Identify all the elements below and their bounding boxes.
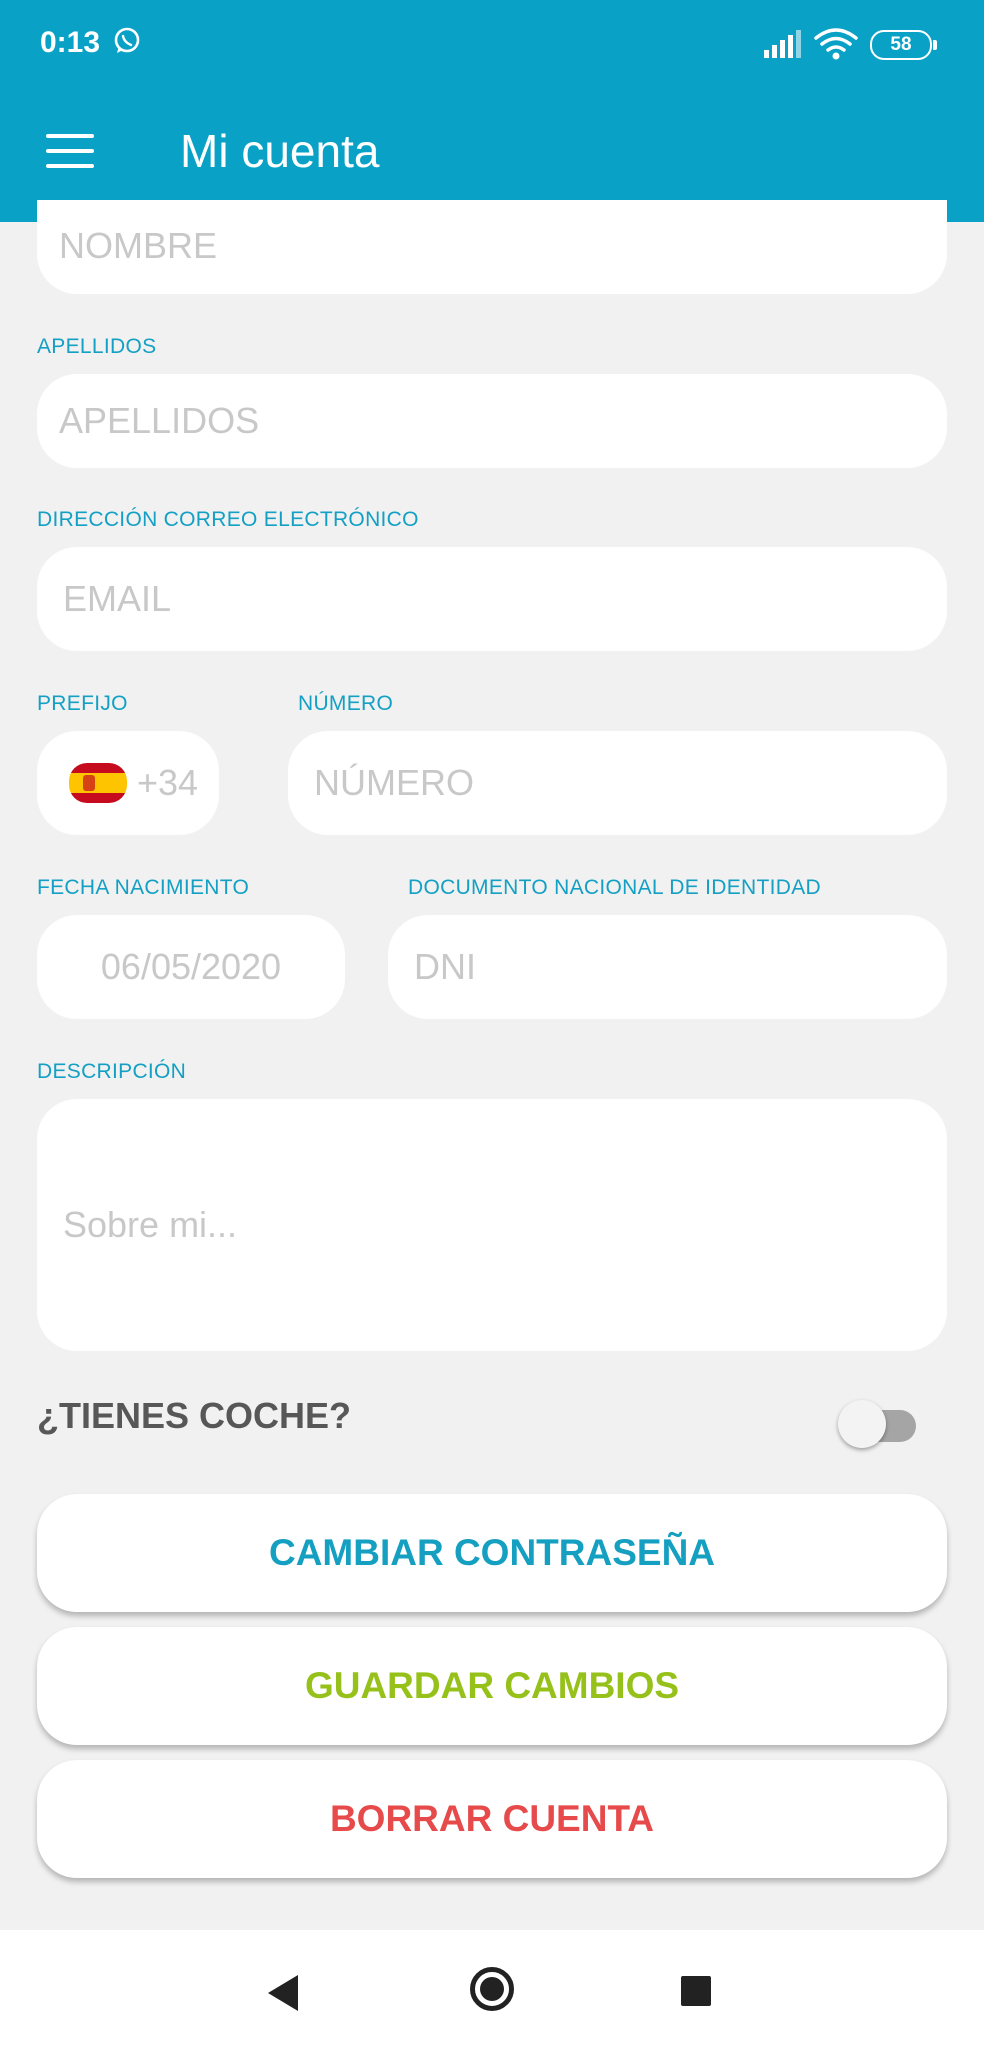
prefix-value: +34 [137,762,199,803]
dni-input[interactable]: DNI [388,915,947,1019]
battery-level: 58 [890,34,912,55]
descripcion-placeholder: Sobre mi... [63,1204,238,1245]
back-icon[interactable] [268,1975,298,2011]
change-password-label: CAMBIAR CONTRASEÑA [268,1532,716,1573]
birthdate-input[interactable]: 06/05/2020 [37,915,345,1019]
prefix-selector[interactable]: +34 [37,731,219,835]
prefijo-label: PREFIJO [37,692,128,715]
dni-placeholder: DNI [414,946,476,987]
recents-icon[interactable] [681,1976,711,2006]
menu-button[interactable] [46,134,94,170]
apellidos-label: APELLIDOS [37,335,157,358]
nombre-placeholder: NOMBRE [59,225,218,266]
fecha-label: FECHA NACIMIENTO [37,876,250,899]
email-placeholder: EMAIL [63,578,172,619]
system-nav-bar [0,1930,984,2048]
delete-account-button[interactable]: BORRAR CUENTA [37,1760,947,1878]
status-time: 0:13 [40,26,101,59]
coche-toggle[interactable] [838,1400,920,1448]
birthdate-value: 06/05/2020 [100,946,282,987]
delete-account-label: BORRAR CUENTA [329,1798,655,1839]
apellidos-placeholder: APELLIDOS [59,400,260,441]
email-input[interactable]: EMAIL [37,547,947,651]
save-changes-label: GUARDAR CAMBIOS [304,1665,680,1706]
coche-label: ¿TIENES COCHE? [37,1395,352,1436]
numero-placeholder: NÚMERO [314,762,474,803]
nombre-input[interactable]: NOMBRE [37,200,947,294]
battery-indicator: 58 [870,30,937,60]
wifi-icon [814,28,858,60]
descripcion-textarea[interactable]: Sobre mi... [37,1099,947,1351]
home-icon[interactable] [470,1967,514,2011]
apellidos-input[interactable]: APELLIDOS [37,374,947,468]
descripcion-label: DESCRIPCIÓN [37,1060,187,1083]
dni-label: DOCUMENTO NACIONAL DE IDENTIDAD [408,876,822,899]
whatsapp-icon [114,27,140,53]
save-changes-button[interactable]: GUARDAR CAMBIOS [37,1627,947,1745]
numero-input[interactable]: NÚMERO [288,731,947,835]
email-label: DIRECCIÓN CORREO ELECTRÓNICO [37,508,419,531]
spain-flag-icon [69,763,127,803]
menu-icon [46,134,94,138]
numero-label: NÚMERO [298,692,394,715]
page-title: Mi cuenta [180,125,380,177]
change-password-button[interactable]: CAMBIAR CONTRASEÑA [37,1494,947,1612]
signal-icon [764,30,801,58]
toggle-knob [838,1400,886,1448]
app-bar: 0:13 58 Mi cuenta [0,0,984,222]
status-bar: 0:13 58 [0,0,984,90]
